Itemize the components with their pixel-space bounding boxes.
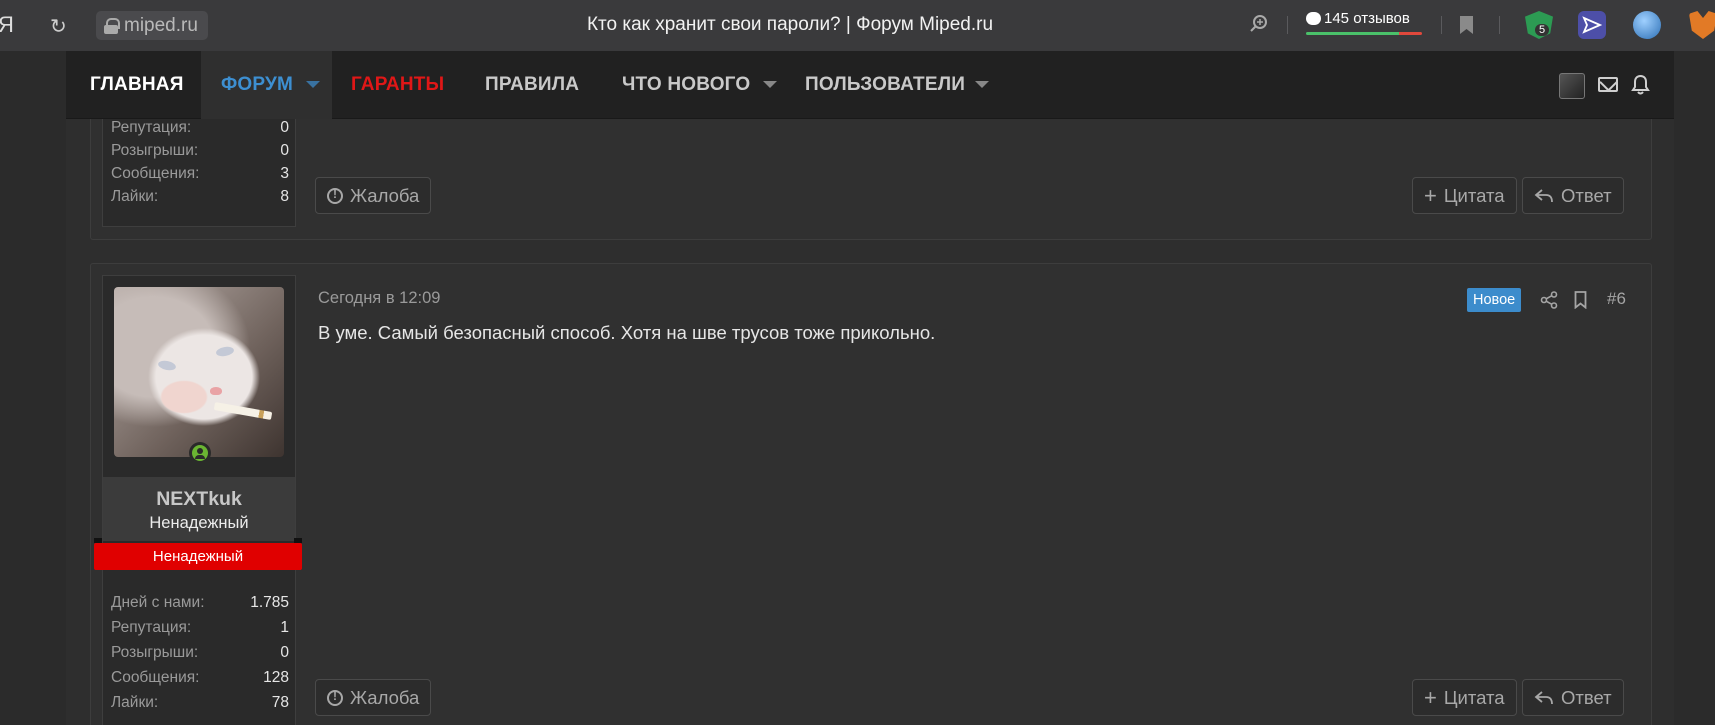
warning-icon bbox=[327, 689, 343, 706]
post-number-link[interactable]: #6 bbox=[1607, 289, 1626, 309]
quote-label: Цитата bbox=[1443, 686, 1505, 708]
stat-value: 1 bbox=[280, 619, 289, 636]
stat-value: 8 bbox=[280, 188, 289, 205]
user-title: Ненадежный bbox=[149, 514, 249, 532]
stat-value: 128 bbox=[263, 669, 289, 686]
stat-value: 0 bbox=[280, 142, 289, 159]
nav-rules[interactable]: ПРАВИЛА bbox=[485, 51, 579, 119]
stat-label: Дней с нами: bbox=[111, 594, 205, 611]
nav-guarantors[interactable]: ГАРАНТЫ bbox=[351, 51, 444, 119]
stat-row: Дней с нами: 1.785 bbox=[111, 594, 289, 612]
stat-label: Репутация: bbox=[111, 619, 192, 636]
avatar-eye bbox=[157, 359, 177, 372]
post-previous: Репутация: 0 Розыгрыши: 0 Сообщения: 3 Л… bbox=[90, 100, 1652, 240]
reply-icon bbox=[1534, 188, 1553, 202]
report-label: Жалоба bbox=[350, 686, 420, 708]
post-message: В уме. Самый безопасный способ. Хотя на … bbox=[318, 322, 936, 343]
browser-toolbar: Я ↻ miped.ru Кто как хранит свои пароли?… bbox=[0, 0, 1715, 51]
page-gutter-left bbox=[0, 51, 66, 725]
new-badge: Новое bbox=[1467, 288, 1522, 312]
user-sidebar: NEXTkuk Ненадежный Дней с нами: 1.785 Ре… bbox=[102, 275, 296, 725]
report-button[interactable]: Жалоба bbox=[315, 679, 432, 716]
stat-value: 1.785 bbox=[250, 594, 289, 611]
user-namebox: NEXTkuk Ненадежный bbox=[103, 477, 295, 541]
online-status-icon bbox=[189, 442, 211, 464]
user-avatar[interactable] bbox=[1559, 73, 1585, 99]
reply-icon bbox=[1534, 690, 1553, 704]
stat-row: Сообщения: 3 bbox=[111, 165, 289, 183]
stat-row: Репутация: 0 bbox=[111, 119, 289, 137]
nav-home[interactable]: ГЛАВНАЯ bbox=[90, 51, 184, 119]
chevron-down-icon[interactable] bbox=[763, 81, 777, 88]
stat-row: Сообщения: 128 bbox=[111, 669, 289, 687]
toolbar-separator bbox=[1287, 16, 1288, 34]
avatar-nose bbox=[210, 387, 222, 395]
reviews-count: 145 отзывов bbox=[1324, 10, 1410, 27]
plus-icon: + bbox=[1424, 684, 1437, 710]
plus-icon: + bbox=[1424, 182, 1437, 208]
stat-value: 3 bbox=[280, 165, 289, 182]
page-gutter-right bbox=[1674, 51, 1715, 725]
toolbar-separator bbox=[1441, 16, 1442, 34]
paper-plane-icon bbox=[1582, 16, 1602, 34]
bell-icon[interactable] bbox=[1631, 74, 1650, 96]
mail-icon[interactable] bbox=[1598, 77, 1618, 92]
quote-button[interactable]: + Цитата bbox=[1412, 177, 1517, 214]
stat-row: Розыгрыши: 0 bbox=[111, 142, 289, 160]
stat-value: 78 bbox=[271, 694, 289, 711]
reviews-widget[interactable]: 145 отзывов bbox=[1306, 10, 1422, 40]
avatar-eye bbox=[215, 345, 235, 358]
nav-forum-label: ФОРУМ bbox=[221, 74, 294, 95]
user-avatar-image[interactable] bbox=[114, 287, 284, 457]
extension-badge: 5 bbox=[1535, 24, 1550, 36]
site-navigation: ГЛАВНАЯ ФОРУМ ГАРАНТЫ ПРАВИЛА ЧТО НОВОГО… bbox=[66, 51, 1674, 119]
bookmark-icon[interactable] bbox=[1574, 291, 1587, 309]
chevron-down-icon[interactable] bbox=[306, 81, 320, 88]
report-label: Жалоба bbox=[350, 184, 420, 206]
stat-row: Репутация: 1 bbox=[111, 619, 289, 637]
reply-label: Ответ bbox=[1561, 184, 1612, 206]
fox-extension-icon[interactable] bbox=[1689, 11, 1715, 39]
reply-button[interactable]: Ответ bbox=[1522, 177, 1624, 214]
stat-label: Репутация: bbox=[111, 119, 192, 136]
send-extension-icon[interactable] bbox=[1578, 11, 1606, 39]
warning-icon bbox=[327, 187, 343, 204]
stat-row: Розыгрыши: 0 bbox=[111, 644, 289, 662]
nav-users[interactable]: ПОЛЬЗОВАТЕЛИ bbox=[805, 51, 965, 119]
quote-label: Цитата bbox=[1443, 184, 1505, 206]
reply-button[interactable]: Ответ bbox=[1522, 679, 1624, 716]
user-sidebar: Репутация: 0 Розыгрыши: 0 Сообщения: 3 Л… bbox=[102, 101, 296, 227]
stat-label: Лайки: bbox=[111, 188, 159, 205]
speech-bubble-icon bbox=[1306, 12, 1321, 25]
nav-whats-new[interactable]: ЧТО НОВОГО bbox=[622, 51, 750, 119]
user-status-banner: Ненадежный bbox=[94, 538, 302, 570]
quote-button[interactable]: + Цитата bbox=[1412, 679, 1517, 716]
share-icon[interactable] bbox=[1540, 291, 1558, 309]
stat-label: Лайки: bbox=[111, 694, 159, 711]
stat-row: Лайки: 78 bbox=[111, 694, 289, 712]
post-6: NEXTkuk Ненадежный Дней с нами: 1.785 Ре… bbox=[90, 263, 1652, 725]
report-button[interactable]: Жалоба bbox=[315, 177, 432, 214]
stat-label: Розыгрыши: bbox=[111, 142, 199, 159]
chevron-down-icon[interactable] bbox=[975, 81, 989, 88]
stat-label: Сообщения: bbox=[111, 165, 200, 182]
stat-label: Розыгрыши: bbox=[111, 644, 199, 661]
username-link[interactable]: NEXTkuk bbox=[103, 488, 295, 511]
stat-value: 0 bbox=[280, 119, 289, 136]
avatar-cigarette bbox=[213, 402, 273, 420]
stat-value: 0 bbox=[280, 644, 289, 661]
post-date-link[interactable]: Сегодня в 12:09 bbox=[318, 289, 440, 308]
nav-forum[interactable]: ФОРУМ bbox=[201, 51, 332, 119]
toolbar-separator bbox=[1499, 16, 1500, 34]
globe-extension-icon[interactable] bbox=[1633, 11, 1661, 39]
reply-label: Ответ bbox=[1561, 686, 1612, 708]
rating-bar bbox=[1306, 32, 1422, 35]
stat-row: Лайки: 8 bbox=[111, 188, 289, 206]
zoom-icon[interactable] bbox=[1249, 14, 1269, 34]
stat-label: Сообщения: bbox=[111, 669, 200, 686]
